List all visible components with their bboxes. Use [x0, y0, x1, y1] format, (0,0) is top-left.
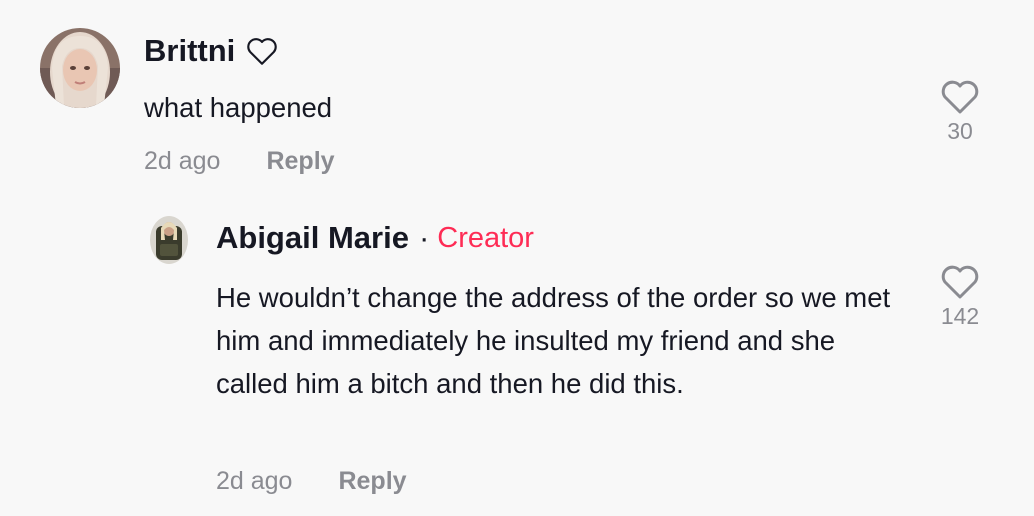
like-button[interactable]: 142	[930, 265, 990, 330]
comment-meta: 2d ago Reply	[144, 147, 335, 176]
reply-timestamp: 2d ago	[216, 467, 293, 495]
username-label: Abigail Marie	[216, 220, 409, 255]
like-count: 142	[940, 303, 980, 329]
reply-item: Abigail Marie · Creator He wouldn’t chan…	[0, 200, 1034, 516]
reply-button[interactable]: Reply	[338, 467, 406, 495]
creator-separator: ·	[418, 220, 430, 255]
comment-username[interactable]: Brittni	[144, 33, 279, 69]
reply-button[interactable]: Reply	[266, 147, 334, 175]
like-count: 30	[947, 118, 973, 144]
comment-item: Brittni what happened 2d ago Reply 30	[0, 0, 1034, 200]
comment-text: what happened	[144, 92, 333, 123]
reply-username[interactable]: Abigail Marie · Creator	[216, 220, 534, 256]
heart-outline-icon	[247, 38, 277, 65]
username-label: Brittni	[144, 33, 236, 68]
heart-outline-icon	[941, 265, 979, 299]
like-button[interactable]: 30	[930, 80, 990, 145]
comment-timestamp: 2d ago	[144, 147, 221, 175]
heart-outline-icon	[941, 80, 979, 114]
avatar[interactable]	[150, 216, 188, 264]
reply-meta: 2d ago Reply	[216, 467, 407, 496]
creator-badge: Creator	[437, 221, 534, 254]
reply-text: He wouldn’t change the address of the or…	[216, 282, 891, 399]
avatar[interactable]	[40, 28, 120, 108]
